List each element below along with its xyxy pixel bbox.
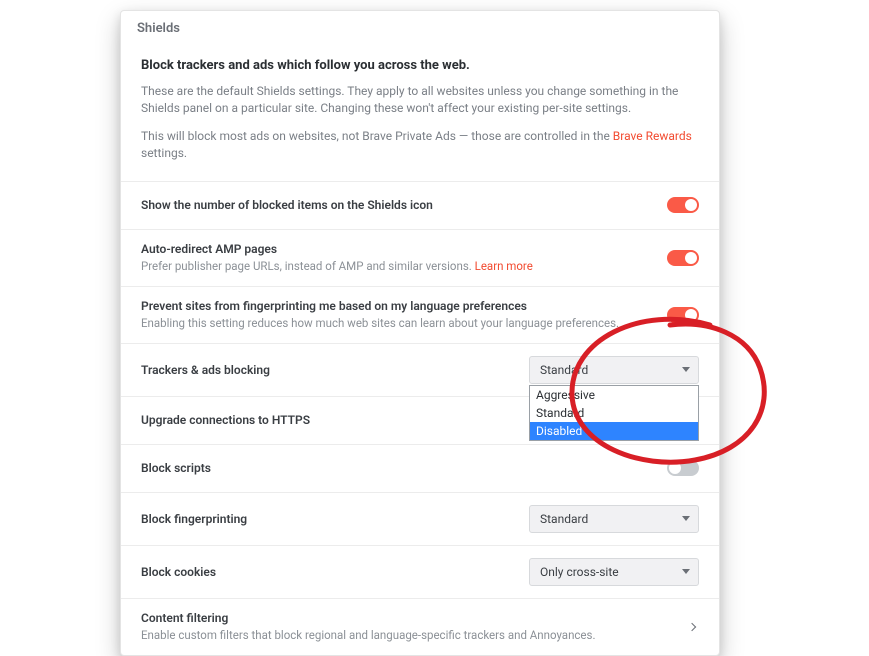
intro-p2-post: settings. [141,146,187,160]
row-block-fingerprinting: Block fingerprinting Standard [121,492,719,545]
option-aggressive[interactable]: Aggressive [530,386,698,404]
toggle-block-scripts[interactable] [667,460,699,476]
select-fingerprinting-value: Standard [540,512,588,526]
chevron-down-icon [682,569,690,574]
label-amp-redirect: Auto-redirect AMP pages [141,242,655,256]
chevron-down-icon [682,516,690,521]
row-trackers-ads-blocking: Trackers & ads blocking Standard Aggress… [121,343,719,396]
intro-paragraph-2: This will block most ads on websites, no… [141,128,699,163]
row-block-cookies: Block cookies Only cross-site [121,545,719,598]
row-amp-redirect: Auto-redirect AMP pages Prefer publisher… [121,229,719,286]
label-trackers-ads-blocking: Trackers & ads blocking [141,363,517,377]
toggle-language-fingerprint[interactable] [667,307,699,323]
select-cookies-value: Only cross-site [540,565,619,579]
select-trackers-ads-blocking[interactable]: Standard Aggressive Standard Disabled [529,356,699,384]
select-block-fingerprinting[interactable]: Standard [529,505,699,533]
label-language-fingerprint: Prevent sites from fingerprinting me bas… [141,299,655,313]
row-show-blocked-count: Show the number of blocked items on the … [121,181,719,229]
dropdown-trackers-options: Aggressive Standard Disabled [529,385,699,441]
option-disabled[interactable]: Disabled [530,422,698,440]
select-trackers-value: Standard [540,363,588,377]
label-block-fingerprinting: Block fingerprinting [141,512,517,526]
toggle-amp-redirect[interactable] [667,250,699,266]
row-block-scripts: Block scripts [121,444,719,492]
option-standard[interactable]: Standard [530,404,698,422]
desc-content-filtering: Enable custom filters that block regiona… [141,627,677,643]
desc-amp-pre: Prefer publisher page URLs, instead of A… [141,259,475,273]
label-block-cookies: Block cookies [141,565,517,579]
shields-settings-card: Shields Block trackers and ads which fol… [120,10,720,656]
learn-more-link[interactable]: Learn more [475,259,533,273]
label-block-scripts: Block scripts [141,461,655,475]
label-content-filtering: Content filtering [141,611,677,625]
toggle-show-blocked-count[interactable] [667,197,699,213]
row-language-fingerprint: Prevent sites from fingerprinting me bas… [121,286,719,343]
select-block-cookies[interactable]: Only cross-site [529,558,699,586]
desc-language-fingerprint: Enabling this setting reduces how much w… [141,315,655,331]
brave-rewards-link[interactable]: Brave Rewards [613,129,692,143]
intro-p2-pre: This will block most ads on websites, no… [141,129,613,143]
section-title: Shields [121,11,719,44]
label-show-blocked-count: Show the number of blocked items on the … [141,198,655,212]
intro-block: Block trackers and ads which follow you … [121,44,719,181]
intro-paragraph-1: These are the default Shields settings. … [141,83,699,118]
desc-amp-redirect: Prefer publisher page URLs, instead of A… [141,258,655,274]
chevron-down-icon [682,367,690,372]
intro-title: Block trackers and ads which follow you … [141,58,699,73]
row-content-filtering[interactable]: Content filtering Enable custom filters … [121,598,719,655]
